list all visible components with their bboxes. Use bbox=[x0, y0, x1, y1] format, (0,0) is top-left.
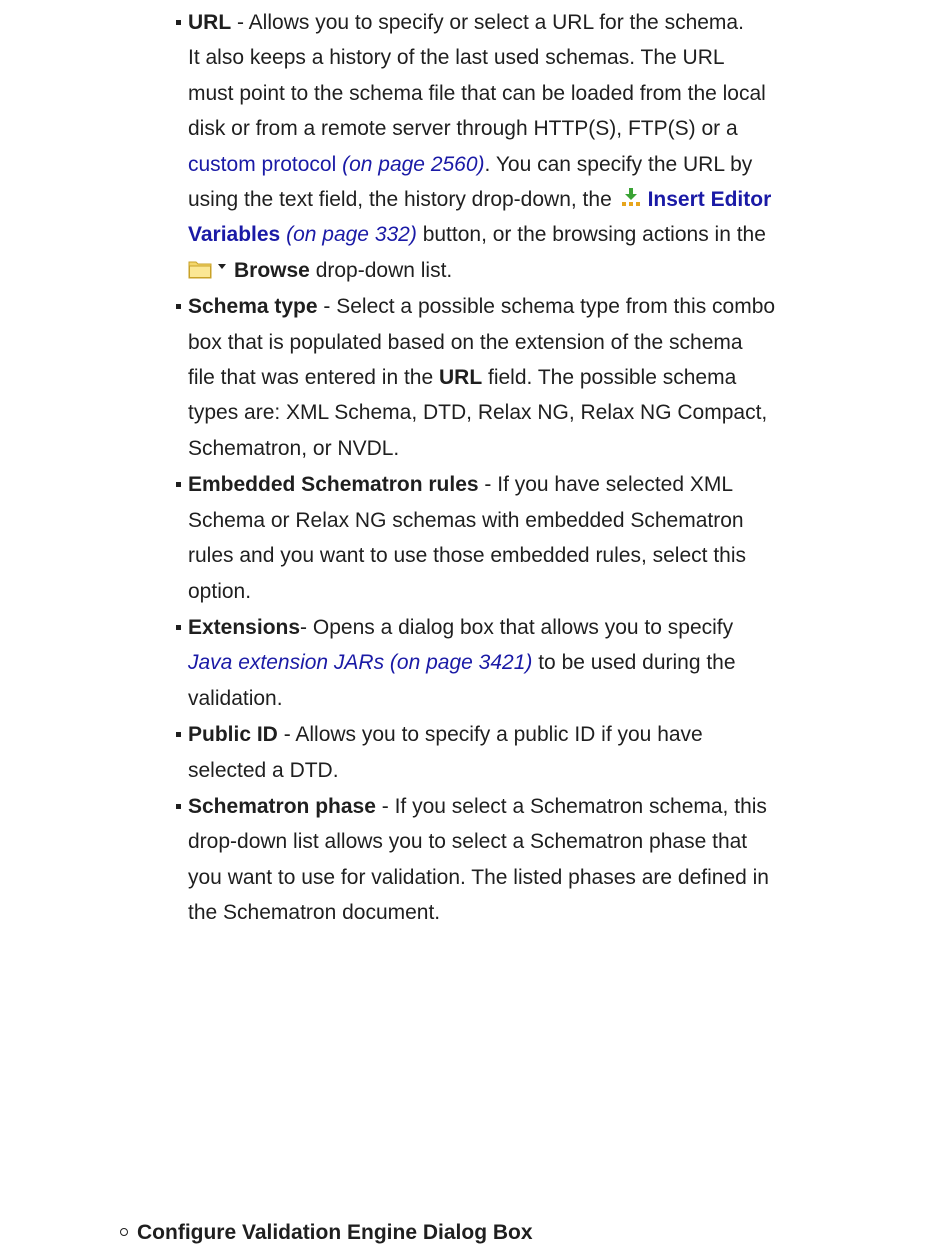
caret-down-icon bbox=[218, 263, 226, 269]
browse-label: Browse bbox=[234, 258, 310, 282]
square-bullet bbox=[176, 20, 181, 25]
list-item-url: URL - Allows you to specify or select a … bbox=[176, 5, 921, 288]
document-page: URL - Allows you to specify or select a … bbox=[0, 0, 929, 1251]
folder-icon bbox=[188, 261, 212, 279]
square-bullet bbox=[176, 482, 181, 488]
term-embedded-schematron: Embedded Schematron rules bbox=[188, 473, 479, 497]
term-url-ref: URL bbox=[439, 366, 483, 390]
list-item-schematron-phase: Schematron phase - If you select a Schem… bbox=[176, 789, 921, 931]
insert-editor-variables-link[interactable]: Insert Editor bbox=[648, 188, 772, 211]
term-url: URL bbox=[188, 11, 232, 34]
list-item-schema-type: Schema type - Select a possible schema t… bbox=[176, 289, 921, 466]
list-item-embedded-schematron: Embedded Schematron rules - If you have … bbox=[176, 467, 921, 609]
list-item-public-id: Public ID - Allows you to specify a publ… bbox=[176, 717, 921, 788]
square-bullet bbox=[176, 803, 181, 809]
option-list: URL - Allows you to specify or select a … bbox=[176, 5, 921, 931]
java-extension-jars-link[interactable]: Java extension JARs (on page 3421) bbox=[188, 651, 532, 674]
square-bullet bbox=[176, 732, 181, 738]
custom-protocol-page-ref[interactable]: (on page 2560) bbox=[342, 153, 484, 176]
term-schema-type: Schema type bbox=[188, 295, 318, 319]
term-schematron-phase: Schematron phase bbox=[188, 794, 376, 818]
circle-bullet bbox=[120, 1228, 128, 1236]
square-bullet bbox=[176, 304, 181, 310]
list-item-extensions: Extensions- Opens a dialog box that allo… bbox=[176, 610, 921, 716]
term-public-id: Public ID bbox=[188, 723, 278, 747]
section-title: Configure Validation Engine Dialog Box bbox=[137, 1221, 533, 1244]
insert-variables-icon bbox=[621, 188, 640, 207]
term-extensions: Extensions bbox=[188, 615, 301, 639]
section-configure-validation-engine: Configure Validation Engine Dialog Box bbox=[120, 1218, 533, 1248]
insert-editor-variables-link-cont[interactable]: Variables bbox=[188, 223, 280, 246]
custom-protocol-link[interactable]: custom protocol bbox=[188, 153, 336, 176]
insert-variables-page-ref[interactable]: (on page 332) bbox=[286, 223, 417, 246]
square-bullet bbox=[176, 624, 181, 630]
